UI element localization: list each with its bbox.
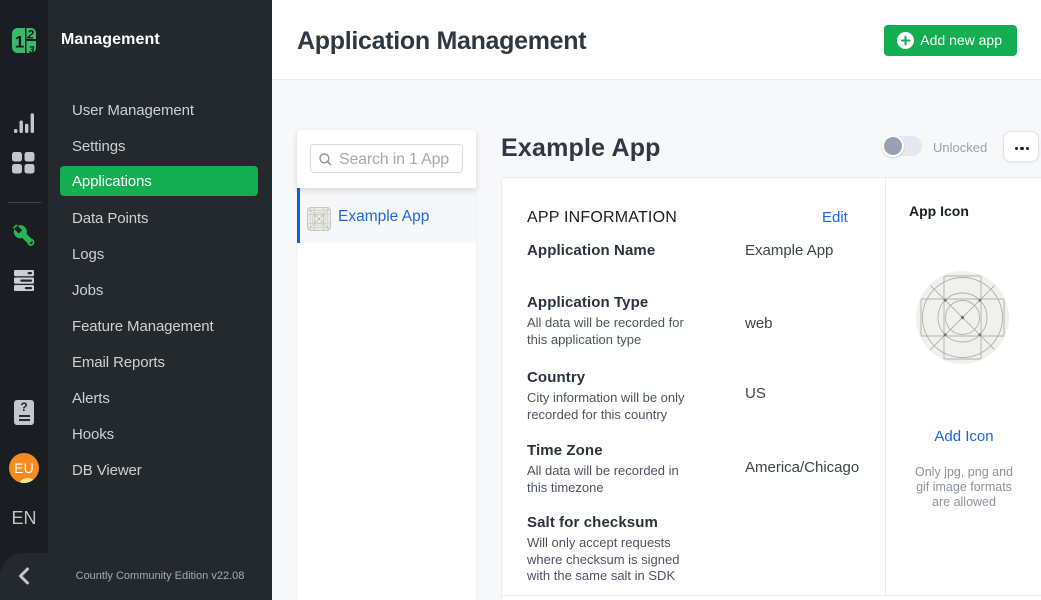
svg-text:2: 2 [26,28,34,42]
svg-text:3: 3 [29,45,35,53]
svg-text:1: 1 [15,33,24,52]
